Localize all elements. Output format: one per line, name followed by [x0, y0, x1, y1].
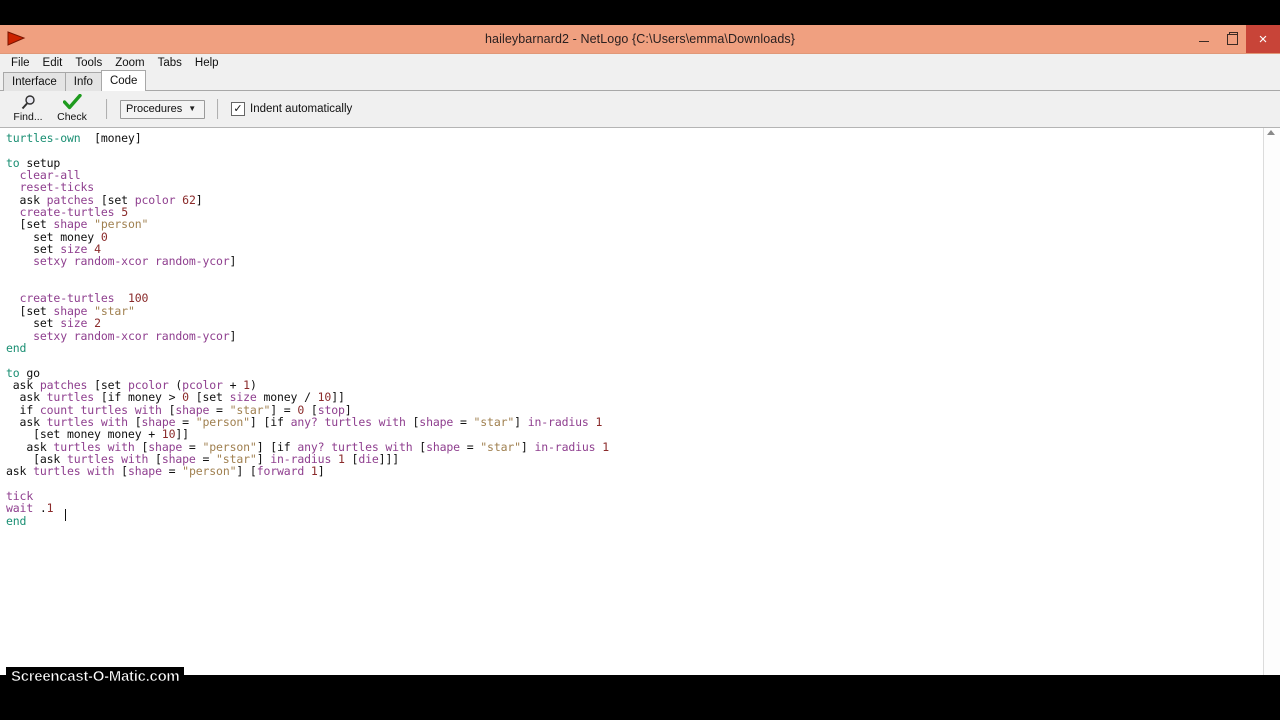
- editor-vertical-scrollbar[interactable]: [1263, 128, 1280, 675]
- code-line: set money 0: [6, 229, 108, 244]
- chevron-down-icon: ▼: [188, 104, 197, 113]
- code-line: wait .1: [6, 501, 54, 516]
- code-line: create-turtles 5: [19, 205, 129, 220]
- maximize-button[interactable]: [1218, 25, 1246, 53]
- code-line: tick: [6, 488, 34, 503]
- code-line: clear-all: [19, 168, 81, 183]
- menu-item-help[interactable]: Help: [189, 55, 226, 71]
- code-editor-area: turtles-own [money] to setup clear-all r…: [0, 128, 1280, 675]
- tab-info[interactable]: Info: [64, 72, 102, 91]
- window-title: haileybarnard2 - NetLogo {C:\Users\emma\…: [484, 32, 796, 46]
- menu-item-edit[interactable]: Edit: [37, 55, 70, 71]
- code-line: end: [6, 340, 27, 355]
- tab-code[interactable]: Code: [100, 70, 147, 91]
- green-checkmark-icon: [62, 93, 82, 112]
- menu-item-file[interactable]: File: [5, 55, 37, 71]
- window-controls: ×: [1190, 25, 1280, 53]
- code-line: create-turtles 100: [19, 291, 149, 306]
- code-toolbar: Find... Check Procedures ▼ ✓ Indent auto…: [0, 91, 1280, 128]
- tab-interface[interactable]: Interface: [3, 72, 66, 91]
- code-line: [set shape "person": [6, 217, 149, 232]
- toolbar-separator-1: [106, 99, 108, 119]
- close-button[interactable]: ×: [1246, 25, 1280, 53]
- code-line: setxy random-xcor random-ycor]: [33, 328, 237, 343]
- menu-item-tools[interactable]: Tools: [69, 55, 109, 71]
- code-line: ask turtles with [shape = "person"] [for…: [6, 464, 325, 479]
- code-line: end: [6, 513, 27, 528]
- code-line: setxy random-xcor random-ycor]: [33, 254, 237, 269]
- netlogo-arrow-icon: [0, 25, 34, 53]
- toolbar-separator-2: [217, 99, 219, 119]
- magnifier-icon: [20, 93, 37, 112]
- code-line: ask turtles with [shape = "person"] [if …: [6, 414, 603, 429]
- indent-automatically-checkbox[interactable]: ✓ Indent automatically: [231, 102, 352, 116]
- code-line: turtles-own [money]: [6, 131, 142, 145]
- scroll-up-arrow-icon[interactable]: [1267, 130, 1275, 135]
- check-button[interactable]: Check: [50, 92, 94, 127]
- title-bar: haileybarnard2 - NetLogo {C:\Users\emma\…: [0, 25, 1280, 54]
- indent-automatically-label: Indent automatically: [250, 103, 353, 115]
- procedures-dropdown-label: Procedures: [126, 103, 183, 115]
- check-button-label: Check: [57, 110, 87, 123]
- menu-bar: File Edit Tools Zoom Tabs Help: [0, 54, 1280, 72]
- code-line: ask patches [set pcolor 62]: [6, 192, 203, 207]
- code-line: [set shape "star": [6, 303, 135, 318]
- find-button-label: Find...: [13, 110, 43, 123]
- minimize-button[interactable]: [1190, 25, 1218, 53]
- procedures-dropdown[interactable]: Procedures ▼: [120, 99, 205, 119]
- text-cursor: [65, 509, 66, 521]
- screencast-watermark: Screencast-O-Matic.com: [6, 667, 185, 687]
- tab-strip: Interface Info Code: [0, 70, 1280, 91]
- menu-item-tabs[interactable]: Tabs: [152, 55, 189, 71]
- code-text[interactable]: turtles-own [money] to setup clear-all r…: [0, 128, 1263, 675]
- netlogo-window: haileybarnard2 - NetLogo {C:\Users\emma\…: [0, 25, 1280, 675]
- checkmark-icon: ✓: [231, 102, 245, 116]
- code-line: to setup: [6, 155, 61, 170]
- menu-item-zoom[interactable]: Zoom: [109, 55, 151, 71]
- find-button[interactable]: Find...: [6, 92, 50, 127]
